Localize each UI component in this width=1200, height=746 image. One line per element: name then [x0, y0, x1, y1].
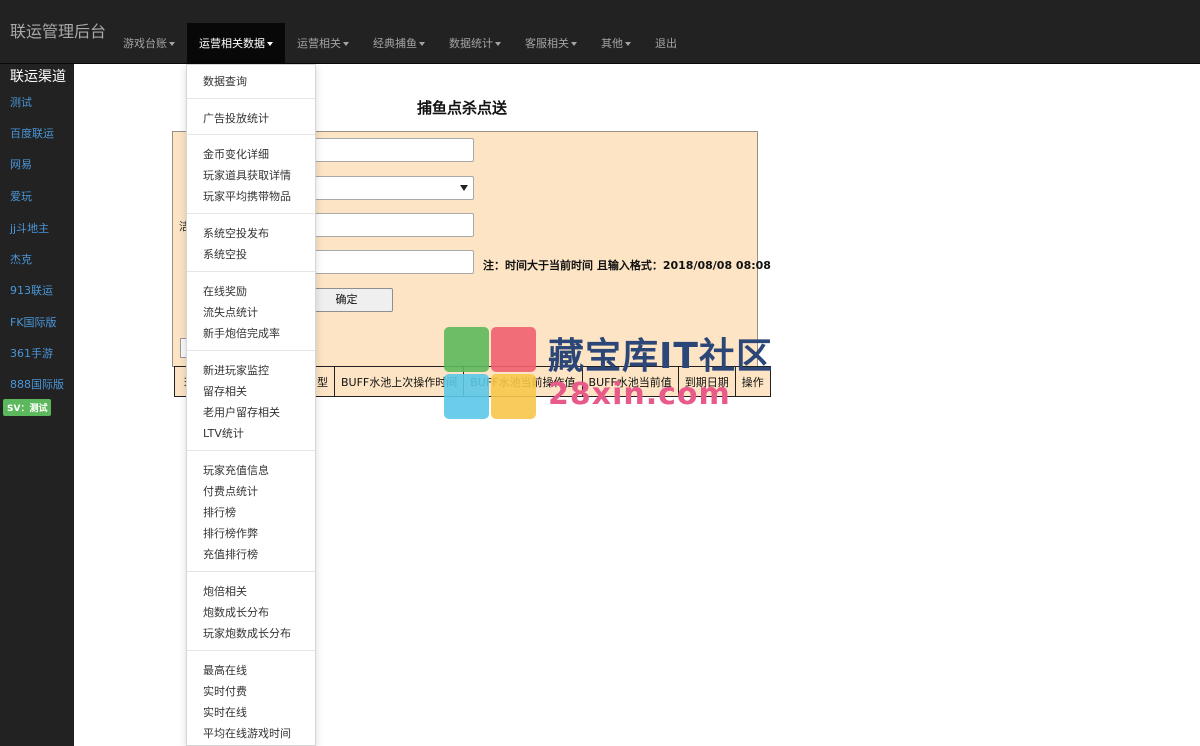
- chevron-down-icon: [460, 185, 468, 191]
- nav-item-statistics[interactable]: 数据统计: [437, 23, 513, 64]
- menu-item-peak-online[interactable]: 最高在线: [203, 662, 247, 678]
- caret-down-icon: [625, 42, 631, 46]
- menu-item-airdrop[interactable]: 系统空投: [203, 246, 247, 262]
- menu-divider: [187, 450, 315, 451]
- sidebar-title: 联运渠道: [10, 69, 66, 85]
- watermark-logo-square: [491, 374, 536, 419]
- menu-item-avg-online-time[interactable]: 平均在线游戏时间: [203, 725, 291, 741]
- page-title: 捕鱼点杀点送: [417, 99, 508, 117]
- top-navbar: 联运管理后台 游戏台账 运营相关数据 运营相关 经典捕鱼 数据统计 客服相关 其…: [0, 0, 1200, 64]
- menu-divider: [187, 134, 315, 135]
- sidebar-item-888[interactable]: 888国际版: [10, 376, 64, 392]
- menu-item-churn-stats[interactable]: 流失点统计: [203, 304, 258, 320]
- text-input-2[interactable]: [300, 213, 474, 237]
- menu-divider: [187, 571, 315, 572]
- menu-item-gold-change[interactable]: 金币变化详细: [203, 146, 269, 162]
- caret-down-icon: [495, 42, 501, 46]
- nav-item-classic-fishing[interactable]: 经典捕鱼: [361, 23, 437, 64]
- nav-item-other[interactable]: 其他: [589, 23, 643, 64]
- watermark-logo-square: [444, 374, 489, 419]
- menu-item-data-query[interactable]: 数据查询: [203, 73, 247, 89]
- caret-down-icon: [169, 42, 175, 46]
- caret-down-icon: [343, 42, 349, 46]
- sidebar-item-test[interactable]: 测试: [10, 94, 32, 110]
- caret-down-icon: [267, 42, 273, 46]
- menu-item-ad-stats[interactable]: 广告投放统计: [203, 110, 269, 126]
- caret-down-icon: [571, 42, 577, 46]
- server-badge: SV：测试: [3, 399, 52, 416]
- menu-item-airdrop-publish[interactable]: 系统空投发布: [203, 225, 269, 241]
- menu-item-newbie-rate[interactable]: 新手炮倍完成率: [203, 325, 280, 341]
- sidebar-item-baidu[interactable]: 百度联运: [10, 125, 54, 141]
- nav-item-operations-data[interactable]: 运营相关数据: [187, 23, 285, 64]
- nav-item-logout[interactable]: 退出: [643, 23, 689, 64]
- watermark-logo-square: [491, 327, 536, 372]
- menu-divider: [187, 271, 315, 272]
- sidebar-item-913[interactable]: 913联运: [10, 282, 53, 298]
- menu-item-player-cannon-growth[interactable]: 玩家炮数成长分布: [203, 625, 291, 641]
- watermark-title: 藏宝库IT社区: [548, 336, 773, 377]
- menu-item-old-user-retention[interactable]: 老用户留存相关: [203, 404, 280, 420]
- menu-item-online-reward[interactable]: 在线奖励: [203, 283, 247, 299]
- nav-item-game-ledger[interactable]: 游戏台账: [111, 23, 187, 64]
- menu-item-realtime-pay[interactable]: 实时付费: [203, 683, 247, 699]
- menu-item-recharge-info[interactable]: 玩家充值信息: [203, 462, 269, 478]
- menu-item-leaderboard-cheat[interactable]: 排行榜作弊: [203, 525, 258, 541]
- sidebar-item-netease[interactable]: 网易: [10, 156, 32, 172]
- menu-divider: [187, 213, 315, 214]
- menu-divider: [187, 650, 315, 651]
- time-format-note: 注：时间大于当前时间 且输入格式：2018/08/08 08:08: [483, 259, 771, 272]
- menu-item-new-player-monitor[interactable]: 新进玩家监控: [203, 362, 269, 378]
- menu-item-retention[interactable]: 留存相关: [203, 383, 247, 399]
- main-nav: 游戏台账 运营相关数据 运营相关 经典捕鱼 数据统计 客服相关 其他 退出: [111, 23, 689, 64]
- menu-item-cannon-growth[interactable]: 炮数成长分布: [203, 604, 269, 620]
- watermark: 藏宝库IT社区 28xin.com: [444, 327, 772, 419]
- time-input[interactable]: [300, 250, 474, 274]
- sidebar-item-aiwan[interactable]: 爱玩: [10, 188, 32, 204]
- menu-item-leaderboard[interactable]: 排行榜: [203, 504, 236, 520]
- menu-item-ltv[interactable]: LTV统计: [203, 425, 244, 441]
- sidebar: 联运渠道 测试 百度联运 网易 爱玩 jj斗地主 杰克 913联运 FK国际版 …: [0, 64, 74, 746]
- menu-divider: [187, 98, 315, 99]
- menu-item-recharge-rank[interactable]: 充值排行榜: [203, 546, 258, 562]
- nav-item-operations[interactable]: 运营相关: [285, 23, 361, 64]
- menu-item-paypoint-stats[interactable]: 付费点统计: [203, 483, 258, 499]
- menu-item-prop-acquire[interactable]: 玩家道具获取详情: [203, 167, 291, 183]
- operations-data-dropdown: 数据查询 广告投放统计 金币变化详细 玩家道具获取详情 玩家平均携带物品 系统空…: [186, 64, 316, 746]
- watermark-logo-square: [444, 327, 489, 372]
- caret-down-icon: [419, 42, 425, 46]
- sidebar-item-jack[interactable]: 杰克: [10, 251, 32, 267]
- menu-item-cannon-multiplier[interactable]: 炮倍相关: [203, 583, 247, 599]
- menu-item-realtime-online[interactable]: 实时在线: [203, 704, 247, 720]
- menu-divider: [187, 350, 315, 351]
- menu-item-avg-items[interactable]: 玩家平均携带物品: [203, 188, 291, 204]
- watermark-url: 28xin.com: [548, 377, 731, 412]
- select-field[interactable]: [300, 176, 474, 200]
- nav-item-customer-service[interactable]: 客服相关: [513, 23, 589, 64]
- sidebar-item-jj[interactable]: jj斗地主: [10, 220, 49, 236]
- app-brand[interactable]: 联运管理后台: [10, 18, 106, 42]
- sidebar-item-fk[interactable]: FK国际版: [10, 314, 57, 330]
- text-input-1[interactable]: [300, 138, 474, 162]
- sidebar-item-361[interactable]: 361手游: [10, 345, 53, 361]
